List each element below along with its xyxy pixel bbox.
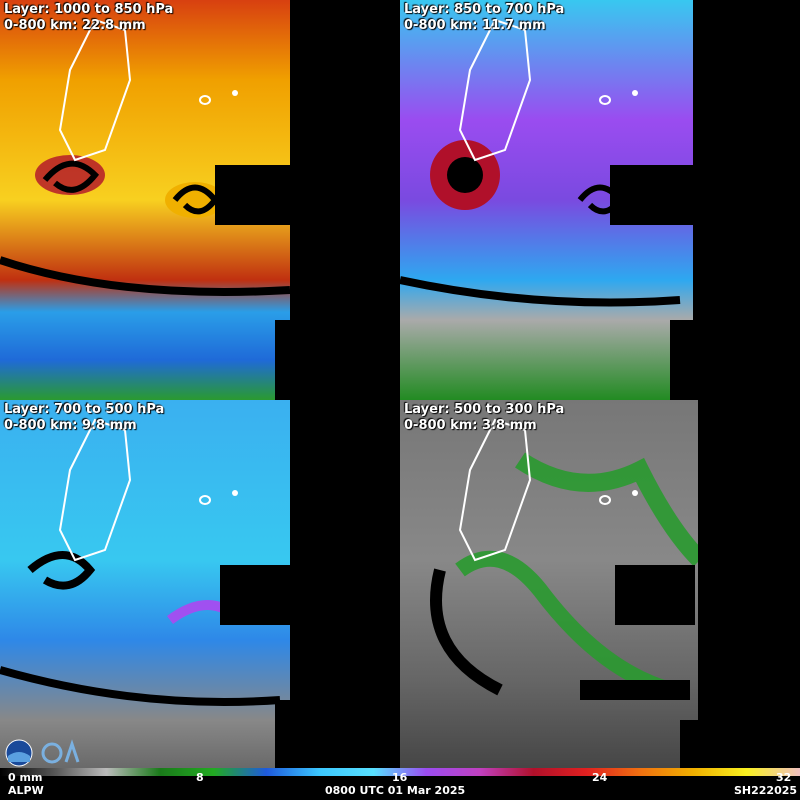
cira-logo-icon (41, 739, 80, 764)
noaa-logo-icon (5, 739, 33, 767)
panel-500-300-hpa: Layer: 500 to 300 hPa 0-800 km: 3.8 mm (400, 400, 800, 800)
valid-time: 0800 UTC 01 Mar 2025 (325, 784, 466, 797)
colorbar-tick: 8 (196, 771, 204, 784)
product-name: ALPW (8, 784, 44, 797)
alpw-four-panel-map: Layer: 1000 to 850 hPa 0-800 km: 22.8 mm (0, 0, 800, 800)
map-1000-850 (0, 0, 400, 400)
storm-id: SH222025 (734, 784, 798, 797)
panel-850-700-hpa: Layer: 850 to 700 hPa 0-800 km: 11.7 mm (400, 0, 800, 400)
mean-value: 0-800 km: 9.8 mm (4, 418, 137, 433)
panel-label: Layer: 700 to 500 hPa 0-800 km: 9.8 mm (4, 402, 164, 434)
mean-value: 0-800 km: 11.7 mm (404, 18, 546, 33)
colorbar-tick: 32 (776, 771, 792, 784)
layer-title: Layer: 850 to 700 hPa (404, 2, 565, 17)
map-500-300 (400, 400, 800, 800)
layer-title: Layer: 500 to 300 hPa (404, 402, 565, 417)
agency-logos (5, 739, 80, 767)
colorbar-tick: 24 (592, 771, 608, 784)
panel-1000-850-hpa: Layer: 1000 to 850 hPa 0-800 km: 22.8 mm (0, 0, 400, 400)
colorbar-tick: 0 mm (8, 771, 43, 784)
mean-value: 0-800 km: 3.8 mm (404, 418, 537, 433)
colorbar-tick: 16 (392, 771, 408, 784)
panel-label: Layer: 1000 to 850 hPa 0-800 km: 22.8 mm (4, 2, 173, 34)
layer-title: Layer: 700 to 500 hPa (4, 402, 165, 417)
panel-label: Layer: 500 to 300 hPa 0-800 km: 3.8 mm (404, 402, 564, 434)
mean-value: 0-800 km: 22.8 mm (4, 18, 146, 33)
layer-title: Layer: 1000 to 850 hPa (4, 2, 174, 17)
panel-label: Layer: 850 to 700 hPa 0-800 km: 11.7 mm (404, 2, 564, 34)
map-850-700 (400, 0, 800, 400)
